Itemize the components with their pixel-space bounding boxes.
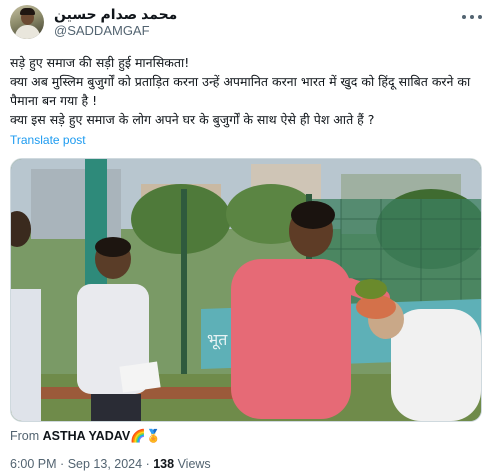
tweet-header: محمد صدام حسین @SADDAMGAF <box>10 5 484 41</box>
tweet-text-line: क्या इस सड़े हुए समाज के लोग अपने घर के … <box>10 112 375 127</box>
video-source-prefix: From <box>10 429 40 443</box>
translate-post-link[interactable]: Translate post <box>10 133 86 147</box>
tweet-card: محمد صدام حسین @SADDAMGAF सड़े हुए समाज … <box>0 0 494 476</box>
more-horizontal-icon[interactable] <box>462 9 482 25</box>
meta-separator: · <box>145 457 150 471</box>
video-overlay-text: भूत <box>207 330 228 350</box>
tweet-text: सड़े हुए समाज की सड़ी हुई मानसिकता! क्या… <box>10 53 484 129</box>
tweet-date[interactable]: Sep 13, 2024 <box>68 457 142 471</box>
video-source-name[interactable]: ASTHA YADAV <box>43 429 131 443</box>
tweet-meta: 6:00 PM · Sep 13, 2024 · 138 Views <box>10 457 211 471</box>
tweet-text-line: क्या अब मुस्लिम बुजुर्गों को प्रताड़ित क… <box>10 74 471 108</box>
meta-separator: · <box>60 457 65 471</box>
video-thumbnail[interactable]: भूत <box>10 158 482 422</box>
views-label: Views <box>177 457 211 471</box>
tweet-text-line: सड़े हुए समाज की सड़ी हुई मानसिकता! <box>10 55 190 70</box>
avatar[interactable] <box>10 5 44 39</box>
views-count: 138 <box>153 457 175 471</box>
author-names: محمد صدام حسین @SADDAMGAF <box>54 6 177 39</box>
author-display-name[interactable]: محمد صدام حسین <box>54 6 177 23</box>
tweet-time[interactable]: 6:00 PM <box>10 457 57 471</box>
video-frame-illustration: भूत <box>11 159 481 421</box>
author-handle[interactable]: @SADDAMGAF <box>54 23 177 39</box>
video-source-emoji: 🌈🏅 <box>130 429 162 443</box>
video-source: From ASTHA YADAV🌈🏅 <box>10 429 161 444</box>
